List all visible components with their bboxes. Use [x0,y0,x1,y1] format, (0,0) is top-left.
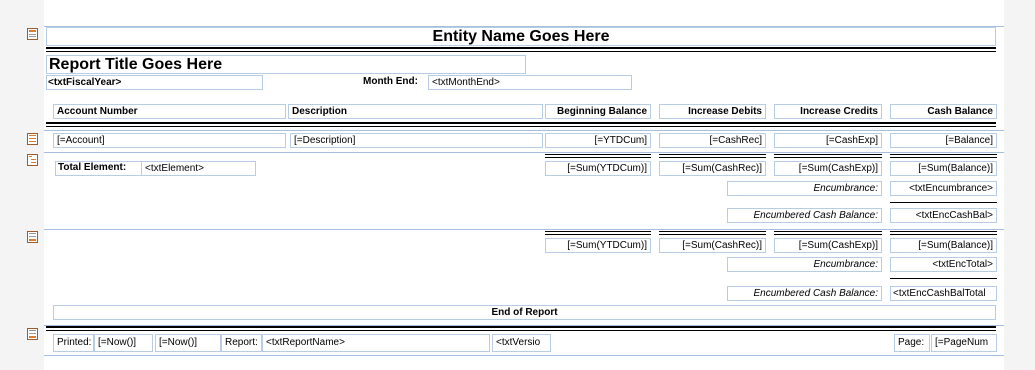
section-divider [44,130,1004,131]
total-sum-cashexp-field[interactable]: [=Sum(CashExp)] [774,238,882,253]
section-divider [44,152,1004,153]
page-footer-rule [46,330,996,331]
header-rule [46,47,996,49]
detail-cashrec-field[interactable]: [=CashRec] [659,133,766,148]
header-rule [46,51,996,52]
report-title-field[interactable]: Report Title Goes Here [46,55,526,74]
total-encumbrance-label[interactable]: Encumbrance: [727,257,882,272]
sum-rule [659,231,766,235]
detail-balance-field[interactable]: [=Balance] [890,133,997,148]
total-enc-cash-balance-label[interactable]: Encumbered Cash Balance: [727,286,882,301]
sum-rule [774,231,882,235]
page-num-field[interactable]: [=PageNum [931,334,997,352]
printed-label[interactable]: Printed: [53,334,94,352]
column-header-beginning-balance[interactable]: Beginning Balance [545,104,651,119]
entity-name-field[interactable]: Entity Name Goes Here [46,27,996,46]
sum-rule [890,154,997,158]
column-header-account-number[interactable]: Account Number [53,104,286,119]
month-end-field[interactable]: <txtMonthEnd> [428,75,632,90]
total-element-label: Total Element: [58,162,127,173]
page-label[interactable]: Page: [894,334,930,352]
section-divider [44,229,1004,230]
sum-rule [774,154,882,158]
group-sum-cashexp-field[interactable]: [=Sum(CashExp)] [774,161,882,176]
column-header-increase-credits[interactable]: Increase Credits [774,104,882,119]
group-sum-balance-field[interactable]: [=Sum(Balance)] [890,161,997,176]
group-footer-icon[interactable] [27,154,38,166]
section-divider [44,355,1004,356]
column-header-description[interactable]: Description [288,104,543,119]
report-name-field[interactable]: <txtReportName> [262,334,490,352]
sum-rule [545,154,651,158]
total-sum-ytdcum-field[interactable]: [=Sum(YTDCum)] [545,238,651,253]
page-footer-rule [46,326,996,328]
encumbrance-field[interactable]: <txtEncumbrance> [890,181,997,196]
encumbrance-rule [890,202,997,203]
encumbrance-rule [890,278,997,279]
printed-time-field[interactable]: [=Now()] [155,334,221,352]
total-sum-cashrec-field[interactable]: [=Sum(CashRec)] [659,238,766,253]
detail-cashexp-field[interactable]: [=CashExp] [774,133,882,148]
enc-cash-balance-field[interactable]: <txtEncCashBal> [890,208,997,223]
column-header-cash-balance[interactable]: Cash Balance [890,104,997,119]
report-footer-icon[interactable] [27,231,38,243]
version-field[interactable]: <txtVersio [492,334,551,352]
detail-account-field[interactable]: [=Account] [53,133,286,148]
group-encumbrance-label[interactable]: Encumbrance: [727,181,882,196]
page-footer-icon[interactable] [27,328,38,340]
column-header-rule [46,122,996,124]
detail-description-field[interactable]: [=Description] [290,133,543,148]
group-enc-cash-balance-label[interactable]: Encumbered Cash Balance: [727,208,882,223]
column-header-increase-debits[interactable]: Increase Debits [659,104,766,119]
printed-now-field[interactable]: [=Now()] [94,334,153,352]
column-header-rule [46,126,996,127]
enc-cash-bal-total-field[interactable]: <txtEncCashBalTotal [890,286,997,301]
report-label[interactable]: Report: [221,334,262,352]
group-sum-cashrec-field[interactable]: [=Sum(CashRec)] [659,161,766,176]
sum-rule [545,231,651,235]
detail-ytdcum-field[interactable]: [=YTDCum] [545,133,651,148]
sum-rule [890,231,997,235]
fiscal-year-field[interactable]: <txtFiscalYear> [46,75,263,90]
detail-icon[interactable] [27,133,38,145]
enc-total-field[interactable]: <txtEncTotal> [890,257,997,272]
element-field[interactable]: <txtElement> [141,161,256,176]
month-end-label: Month End: [363,76,418,87]
total-sum-balance-field[interactable]: [=Sum(Balance)] [890,238,997,253]
report-header-icon[interactable] [27,28,38,40]
group-sum-ytdcum-field[interactable]: [=Sum(YTDCum)] [545,161,651,176]
sum-rule [659,154,766,158]
end-of-report-label[interactable]: End of Report [53,305,996,320]
